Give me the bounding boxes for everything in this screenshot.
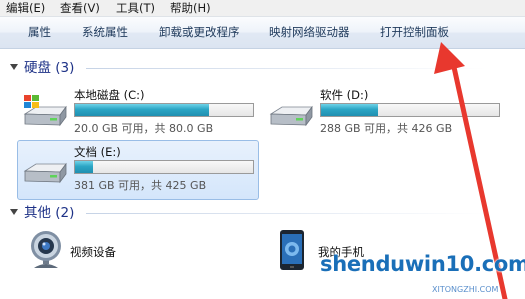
collapse-triangle-icon[interactable] [10,64,18,70]
hard-drive-icon [269,105,313,127]
menu-view[interactable]: 查看(V) [60,0,100,16]
drive-c[interactable]: 本地磁盘 (C:) 20.0 GB 可用，共 80.0 GB [18,84,258,142]
open-control-panel-button[interactable]: 打开控制面板 [380,17,449,48]
group-divider [86,213,486,214]
webcam-icon [31,231,61,268]
hard-drive-icon [23,162,67,184]
free-space-text: 381 GB 可用，共 425 GB [74,179,207,192]
group-title: 硬盘 (3) [24,60,75,76]
drive-e[interactable]: 文档 (E:) 381 GB 可用，共 425 GB [17,140,259,200]
watermark-sub: XITONGZHI.COM [432,285,499,294]
collapse-triangle-icon[interactable] [10,209,18,215]
free-space-text: 20.0 GB 可用，共 80.0 GB [74,122,214,135]
command-bar: 属性 系统属性 卸载或更改程序 映射网络驱动器 打开控制面板 [0,17,525,49]
group-header-drives[interactable]: 硬盘 (3) [0,58,525,78]
windows-drive-icon [23,95,67,127]
group-header-other[interactable]: 其他 (2) [0,203,525,223]
drive-name: 软件 (D:) [320,88,369,102]
group-title: 其他 (2) [24,205,75,221]
uninstall-program-button[interactable]: 卸载或更改程序 [159,17,240,48]
free-space-text: 288 GB 可用，共 426 GB [320,122,453,135]
watermark: shenduwin10.com [320,252,525,276]
usage-bar-fill [75,104,209,116]
usage-bar [74,160,254,174]
device-label: 视频设备 [70,245,116,259]
map-network-drive-button[interactable]: 映射网络驱动器 [269,17,350,48]
menu-help[interactable]: 帮助(H) [170,0,211,16]
menu-bar: 编辑(E) 查看(V) 工具(T) 帮助(H) [0,0,525,17]
drive-name: 本地磁盘 (C:) [74,88,145,102]
menu-edit[interactable]: 编辑(E) [6,0,45,16]
usage-bar [320,103,500,117]
drive-d[interactable]: 软件 (D:) 288 GB 可用，共 426 GB [264,84,504,142]
usage-bar-fill [321,104,378,116]
phone-icon [280,230,304,270]
group-divider [86,68,486,69]
properties-button[interactable]: 属性 [28,17,51,48]
usage-bar-fill [75,161,93,173]
menu-tools[interactable]: 工具(T) [116,0,155,16]
device-webcam[interactable]: 视频设备 [24,228,164,268]
drive-name: 文档 (E:) [74,145,121,159]
usage-bar [74,103,254,117]
system-properties-button[interactable]: 系统属性 [82,17,128,48]
